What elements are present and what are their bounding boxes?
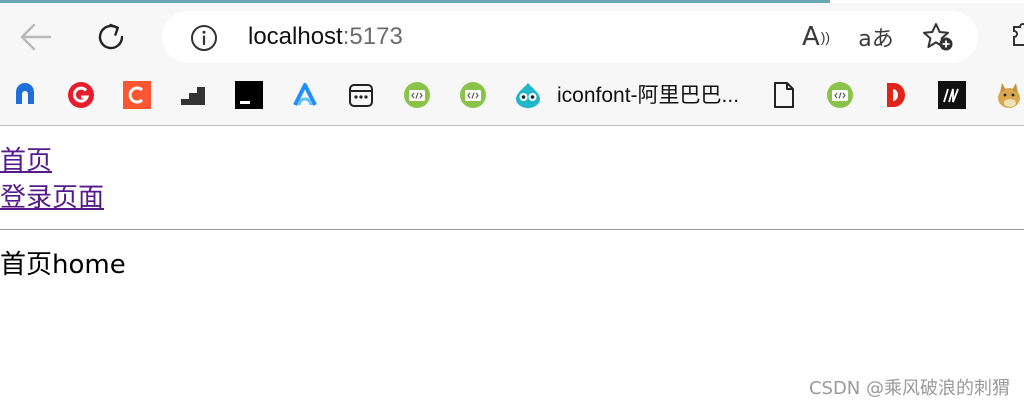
bookmark-8[interactable] xyxy=(403,81,431,109)
refresh-button[interactable] xyxy=(91,17,131,57)
d-red-icon xyxy=(887,83,905,107)
translate-icon: aあ xyxy=(858,27,894,52)
calendar-dots-icon xyxy=(349,84,373,107)
bookmark-10-label[interactable]: iconfont-阿里巴巴... xyxy=(557,83,739,109)
bookmark-4[interactable] xyxy=(179,81,207,109)
login-page-link[interactable]: 登录页面 xyxy=(0,183,104,213)
bookmark-7[interactable] xyxy=(347,81,375,109)
tencent-cloud-icon xyxy=(16,83,34,104)
refresh-icon xyxy=(98,23,124,50)
code-page-icon xyxy=(460,82,486,108)
arrow-left-icon xyxy=(20,23,52,51)
terminal-icon xyxy=(235,81,263,109)
csdn-watermark: CSDN @乘风破浪的刺猬 xyxy=(808,378,1010,399)
url-text[interactable]: localhost:5173 xyxy=(248,23,403,51)
read-aloud-button[interactable]: A)) xyxy=(798,22,834,52)
bookmark-1[interactable] xyxy=(11,81,39,109)
iconfont-icon xyxy=(516,83,540,108)
bookmark-11[interactable] xyxy=(770,81,798,109)
m-black-icon xyxy=(938,81,966,109)
read-aloud-icon: A xyxy=(801,22,820,52)
bookmarks-bar: iconfont-阿里巴巴... xyxy=(0,65,1024,125)
url-host: localhost xyxy=(248,23,343,50)
back-button[interactable] xyxy=(15,17,55,57)
url-port: :5173 xyxy=(342,23,403,50)
stairs-icon xyxy=(181,87,205,105)
read-aloud-waves: )) xyxy=(820,29,831,45)
address-bar[interactable]: localhost:5173 A)) aあ xyxy=(162,11,978,63)
bookmark-12[interactable] xyxy=(826,81,854,109)
g-red-icon xyxy=(68,82,94,108)
code-page-icon xyxy=(404,82,430,108)
page-viewport: 首页 登录页面 首页home CSDN @乘风破浪的刺猬 xyxy=(0,126,1024,406)
bookmark-14[interactable] xyxy=(938,81,966,109)
add-favorite-button[interactable] xyxy=(920,23,956,51)
bookmark-5[interactable] xyxy=(235,81,263,109)
bookmark-2[interactable] xyxy=(67,81,95,109)
bookmark-15[interactable] xyxy=(994,81,1022,109)
browser-toolbar: localhost:5173 A)) aあ xyxy=(0,3,1024,65)
bookmark-6[interactable] xyxy=(291,81,319,109)
csdn-c-icon xyxy=(123,81,151,109)
star-add-icon xyxy=(923,23,953,51)
arco-a-icon xyxy=(293,83,317,106)
bookmark-3[interactable] xyxy=(123,81,151,109)
site-info-icon[interactable] xyxy=(190,24,218,52)
router-view-text: 首页home xyxy=(0,250,126,280)
file-icon xyxy=(774,82,794,108)
translate-button[interactable]: aあ xyxy=(856,23,896,52)
bookmark-13[interactable] xyxy=(882,81,910,109)
doge-icon xyxy=(998,83,1020,108)
bookmark-9[interactable] xyxy=(459,81,487,109)
horizontal-rule xyxy=(0,229,1024,230)
home-link[interactable]: 首页 xyxy=(0,146,52,176)
bookmark-10[interactable] xyxy=(514,81,542,109)
code-page-icon xyxy=(827,82,853,108)
extensions-icon[interactable] xyxy=(1010,19,1024,49)
